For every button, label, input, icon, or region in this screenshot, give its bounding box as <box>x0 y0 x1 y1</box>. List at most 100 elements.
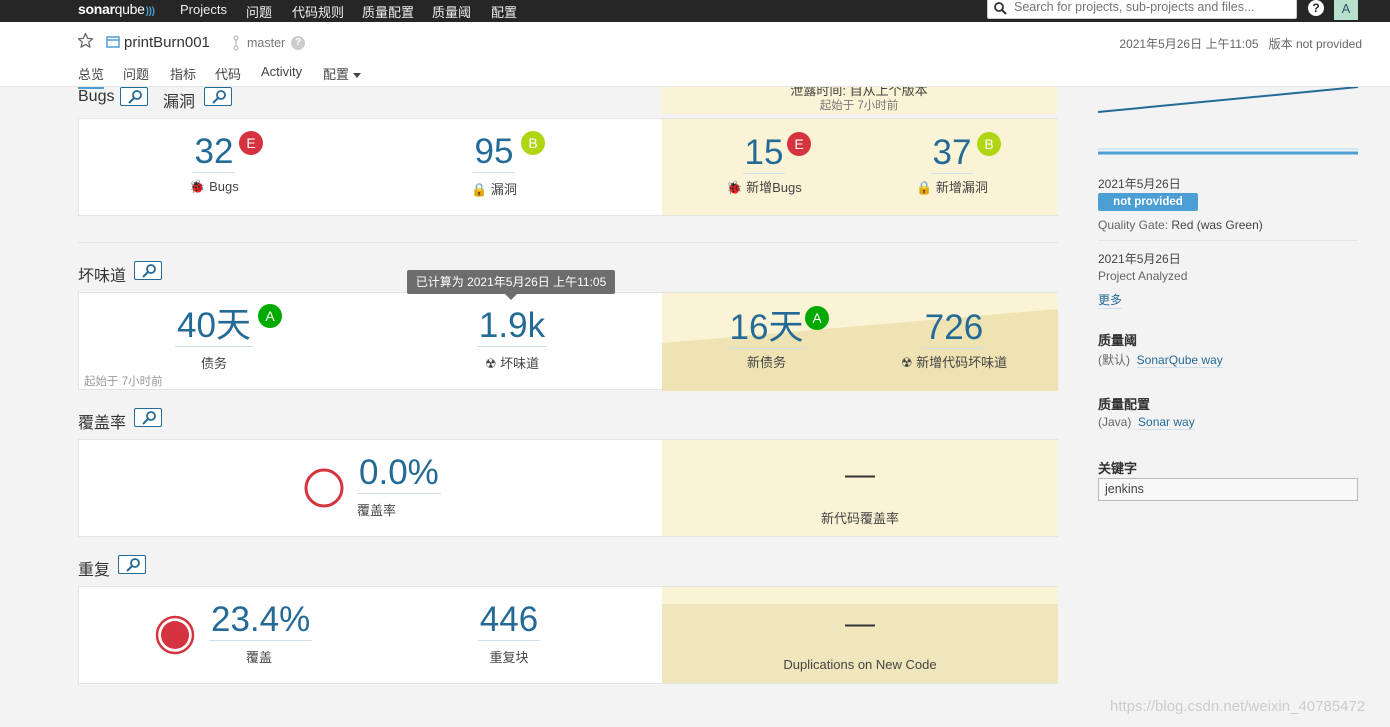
coverage-link-button[interactable] <box>134 408 162 427</box>
leak-band <box>662 587 1058 604</box>
nav-issues[interactable]: 问题 <box>246 2 272 21</box>
debt-measure[interactable]: 40天 债务 <box>169 306 259 372</box>
bug-icon: 🐞 <box>726 179 743 195</box>
calculation-tooltip: 已计算为 2021年5月26日 上午11:05 <box>407 270 615 300</box>
global-search[interactable] <box>987 0 1297 19</box>
debt-value[interactable]: 40天 <box>175 306 253 347</box>
code-smells-section-title: 坏味道 <box>78 268 127 285</box>
quality-profiles-heading: 质量配置 <box>1098 397 1151 412</box>
new-vulnerabilities-value[interactable]: 37 <box>930 133 974 174</box>
quality-gate-info: (默认) SonarQube way <box>1098 351 1223 368</box>
new-coverage-label: 新代码覆盖率 <box>820 511 899 526</box>
vulnerabilities-link-button[interactable] <box>204 87 232 106</box>
tab-issues[interactable]: 问题 <box>123 64 149 87</box>
nav-administration[interactable]: 配置 <box>491 2 517 21</box>
new-duplications-value: — <box>845 607 875 640</box>
code-smell-icon: ☢ <box>484 355 497 371</box>
search-input[interactable] <box>1014 0 1292 14</box>
analysis-event: Project Analyzed <box>1098 269 1188 283</box>
vulnerabilities-value[interactable]: 95 <box>472 132 516 173</box>
bugs-link-button[interactable] <box>120 87 148 106</box>
vulnerabilities-section-title: 漏洞 <box>163 94 196 111</box>
search-icon <box>994 2 1007 15</box>
activity-graph <box>1097 87 1359 155</box>
chevron-down-icon <box>353 73 362 79</box>
duplications-link-button[interactable] <box>118 555 146 574</box>
vulnerabilities-rating[interactable]: B <box>521 131 545 155</box>
new-debt-measure[interactable]: 16天 新债务 <box>719 308 814 371</box>
new-vulnerabilities-rating[interactable]: B <box>977 132 1001 156</box>
vulnerabilities-measure[interactable]: 95 🔒 漏洞 <box>459 132 529 198</box>
code-smells-measure[interactable]: 1.9k ☢ 坏味道 <box>467 306 557 372</box>
new-debt-rating[interactable]: A <box>805 306 829 330</box>
watermark: https://blog.csdn.net/weixin_40785472 <box>1110 698 1366 715</box>
duplications-bubble-icon <box>155 615 195 655</box>
user-avatar[interactable]: A <box>1334 0 1358 20</box>
bugs-section-title: Bugs <box>78 88 115 105</box>
logo-text: sonar <box>78 1 115 17</box>
duplications-section-title: 重复 <box>78 562 111 579</box>
quality-gate-event-prefix: Quality Gate: <box>1098 218 1172 232</box>
new-code-smells-measure[interactable]: 726 ☢ 新增代码坏味道 <box>889 308 1019 371</box>
code-smells-link-button[interactable] <box>134 261 162 280</box>
duplicated-blocks-measure[interactable]: 446 重复块 <box>464 600 554 666</box>
analysis-meta: 2021年5月26日 上午11:05 版本 not provided <box>1119 35 1362 52</box>
sidebar-divider <box>1098 240 1358 241</box>
branch-help-icon[interactable]: ? <box>291 36 305 50</box>
favorite-star-icon[interactable] <box>77 32 94 49</box>
vulnerabilities-label: 漏洞 <box>490 181 517 197</box>
nav-rules[interactable]: 代码规则 <box>292 2 344 21</box>
new-bugs-value[interactable]: 15 <box>742 133 786 174</box>
lock-icon: 🔒 <box>471 181 488 197</box>
new-code-smells-label: 新增代码坏味道 <box>916 354 1008 370</box>
new-duplications-measure[interactable]: — Duplications on New Code <box>662 607 1058 673</box>
coverage-section-title: 覆盖率 <box>78 415 127 432</box>
sonarqube-logo[interactable]: sonarqube))) <box>78 1 155 17</box>
coverage-measure[interactable]: 0.0% 覆盖率 <box>357 453 447 519</box>
tags-field[interactable]: jenkins <box>1098 478 1358 501</box>
nav-quality-profiles[interactable]: 质量配置 <box>362 2 414 21</box>
duplicated-blocks-label: 重复块 <box>489 649 529 665</box>
help-icon[interactable]: ? <box>1308 0 1324 16</box>
new-coverage-measure[interactable]: — 新代码覆盖率 <box>662 460 1058 527</box>
nav-projects[interactable]: Projects <box>180 2 227 17</box>
coverage-card: 0.0% 覆盖率 — 新代码覆盖率 <box>78 439 1058 537</box>
code-smells-value[interactable]: 1.9k <box>476 306 548 347</box>
project-name[interactable]: printBurn001 <box>124 34 210 51</box>
quality-gate-default: (默认) <box>1098 353 1130 367</box>
duplicated-blocks-value[interactable]: 446 <box>477 600 541 641</box>
quality-gate-link[interactable]: SonarQube way <box>1136 353 1223 368</box>
coverage-value[interactable]: 0.0% <box>357 453 441 494</box>
tab-activity[interactable]: Activity <box>261 64 302 83</box>
quality-profile-info: (Java) Sonar way <box>1098 415 1195 430</box>
tab-administration-label: 配置 <box>323 67 350 82</box>
coverage-donut-icon <box>304 468 344 508</box>
new-vulnerabilities-label: 新增漏洞 <box>935 179 988 195</box>
new-code-smells-value[interactable]: 726 <box>922 308 986 349</box>
new-debt-value[interactable]: 16天 <box>727 308 806 349</box>
duplications-measure[interactable]: 23.4% 覆盖 <box>209 600 313 666</box>
code-smells-label: 坏味道 <box>500 355 540 371</box>
event-date: 2021年5月26日 <box>1098 177 1181 191</box>
quality-profile-link[interactable]: Sonar way <box>1138 415 1195 430</box>
new-bugs-rating[interactable]: E <box>787 132 811 156</box>
coverage-label: 覆盖率 <box>357 502 397 518</box>
nav-quality-gates[interactable]: 质量阈 <box>432 2 471 21</box>
tab-overview[interactable]: 总览 <box>78 64 105 89</box>
tab-code[interactable]: 代码 <box>215 64 241 87</box>
tab-measures[interactable]: 指标 <box>170 64 196 87</box>
maintainability-card: 40天 债务 A 起始于 7小时前 1.9k ☢ 坏味道 16天 新债务 A 7… <box>78 292 1058 391</box>
logo-text-qube: qube <box>114 1 145 17</box>
more-activity-link[interactable]: 更多 <box>1098 291 1123 309</box>
bugs-value[interactable]: 32 <box>192 132 236 173</box>
bugs-rating[interactable]: E <box>239 131 263 155</box>
debt-rating[interactable]: A <box>258 304 282 328</box>
activity-graph-line <box>1097 87 1359 113</box>
quality-gate-heading: 质量阈 <box>1098 333 1138 348</box>
duplications-value[interactable]: 23.4% <box>209 600 313 641</box>
tab-administration[interactable]: 配置 <box>323 64 362 87</box>
section-divider <box>78 242 1058 243</box>
code-smell-icon: ☢ <box>900 354 913 370</box>
duplications-label: 覆盖 <box>245 649 272 665</box>
logo-wave-icon: ))) <box>145 6 155 17</box>
